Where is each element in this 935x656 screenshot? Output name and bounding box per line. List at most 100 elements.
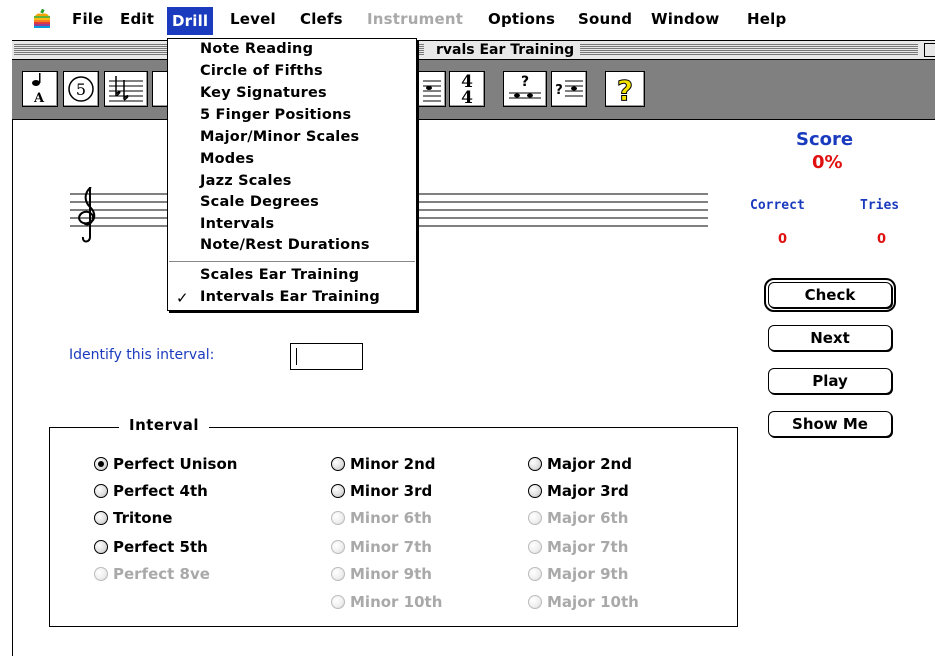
menu-item-note-reading[interactable]: Note Reading [200, 41, 313, 57]
drill-menu-dropdown: Note Reading Circle of Fifths Key Signat… [167, 38, 417, 311]
radio-major-7th: Major 7th [528, 538, 628, 556]
radio-label: Tritone [113, 509, 173, 527]
radio-perfect-8ve: Perfect 8ve [94, 565, 210, 583]
staff-tool-button[interactable] [418, 71, 446, 107]
radio-label: Minor 2nd [350, 455, 436, 473]
correct-value: 0 [778, 232, 788, 247]
identify-staff-icon: ? [555, 80, 583, 98]
show-me-button[interactable]: Show Me [768, 411, 892, 437]
window-title-bar[interactable]: rvals Ear Training [12, 40, 935, 60]
menu-instrument: Instrument [367, 10, 464, 28]
menu-help[interactable]: Help [747, 10, 786, 28]
circle-of-fifths-tool-button[interactable]: 5 [63, 71, 99, 107]
note-reading-tool-button[interactable]: A [22, 71, 58, 107]
play-button[interactable]: Play [768, 368, 892, 394]
menu-item-scales-ear-training[interactable]: Scales Ear Training [200, 267, 359, 283]
identify-tool-button[interactable]: ? [551, 71, 587, 107]
radio-minor-7th: Minor 7th [331, 538, 432, 556]
help-tool-button[interactable]: ? [605, 71, 645, 107]
tries-label: Tries [860, 198, 900, 213]
correct-label: Correct [750, 198, 805, 213]
zoom-box-icon[interactable] [924, 43, 935, 57]
svg-text:?: ? [555, 83, 563, 98]
radio-button-icon [94, 457, 108, 471]
radio-button-icon [528, 567, 542, 581]
radio-minor-10th: Minor 10th [331, 593, 442, 611]
menu-item-note-rest-durations[interactable]: Note/Rest Durations [200, 237, 370, 253]
interval-quiz-tool-button[interactable]: ? [503, 71, 547, 107]
radio-major-6th: Major 6th [528, 509, 628, 527]
title-stripes-right [580, 44, 918, 56]
radio-button-icon [331, 511, 345, 525]
radio-label: Perfect 5th [113, 538, 208, 556]
radio-major-3rd[interactable]: Major 3rd [528, 482, 629, 500]
window-title: rvals Ear Training [432, 42, 579, 58]
answer-input[interactable] [290, 343, 363, 370]
radio-perfect-4th[interactable]: Perfect 4th [94, 482, 208, 500]
menu-edit[interactable]: Edit [120, 10, 154, 28]
radio-label: Major 9th [547, 565, 629, 583]
menu-separator [169, 261, 415, 262]
radio-button-icon [94, 540, 108, 554]
radio-button-icon [331, 484, 345, 498]
menu-window[interactable]: Window [651, 10, 719, 28]
menu-bar: File Edit Drill Level Clefs Instrument O… [0, 0, 935, 38]
radio-minor-6th: Minor 6th [331, 509, 432, 527]
radio-label: Minor 7th [350, 538, 432, 556]
radio-label: Major 3rd [547, 482, 629, 500]
score-title: Score [796, 129, 854, 150]
svg-text:A: A [33, 91, 45, 105]
radio-button-icon [331, 457, 345, 471]
radio-minor-9th: Minor 9th [331, 565, 432, 583]
radio-label: Minor 10th [350, 593, 443, 611]
toolbar: A 5 4 4 ? ? ? [12, 60, 935, 120]
radio-button-icon [528, 595, 542, 609]
time-signature-tool-button[interactable]: 4 4 [449, 71, 485, 107]
radio-button-icon [528, 540, 542, 554]
radio-tritone[interactable]: Tritone [94, 509, 172, 527]
menu-item-scale-degrees[interactable]: Scale Degrees [200, 194, 319, 210]
next-button[interactable]: Next [768, 325, 892, 351]
radio-major-10th: Major 10th [528, 593, 639, 611]
staff-icon [423, 80, 441, 102]
radio-button-icon [528, 511, 542, 525]
radio-button-icon [331, 567, 345, 581]
radio-button-icon [94, 567, 108, 581]
radio-label: Minor 6th [350, 509, 432, 527]
radio-major-2nd[interactable]: Major 2nd [528, 455, 632, 473]
menu-level[interactable]: Level [230, 10, 276, 28]
radio-perfect-unison[interactable]: Perfect Unison [94, 455, 237, 473]
radio-button-icon [94, 511, 108, 525]
tries-value: 0 [877, 232, 887, 247]
key-signature-icon [109, 76, 143, 102]
menu-item-intervals[interactable]: Intervals [200, 216, 274, 232]
menu-options[interactable]: Options [488, 10, 555, 28]
menu-item-5-finger-positions[interactable]: 5 Finger Positions [200, 107, 351, 123]
radio-label: Major 7th [547, 538, 629, 556]
radio-perfect-5th[interactable]: Perfect 5th [94, 538, 208, 556]
svg-text:?: ? [617, 74, 633, 105]
menu-item-key-signatures[interactable]: Key Signatures [200, 85, 327, 101]
radio-label: Perfect Unison [113, 455, 238, 473]
menu-item-circle-of-fifths[interactable]: Circle of Fifths [200, 63, 323, 79]
menu-drill[interactable]: Drill [167, 7, 214, 35]
svg-text:?: ? [521, 74, 529, 90]
menu-item-major-minor-scales[interactable]: Major/Minor Scales [200, 129, 359, 145]
menu-item-modes[interactable]: Modes [200, 151, 254, 167]
text-caret [296, 348, 297, 365]
apple-menu-icon[interactable] [33, 9, 51, 29]
radio-label: Perfect 8ve [113, 565, 210, 583]
key-signature-tool-button[interactable] [104, 71, 148, 107]
menu-sound[interactable]: Sound [578, 10, 632, 28]
check-button[interactable]: Check [764, 278, 896, 312]
radio-label: Major 2nd [547, 455, 632, 473]
radio-minor-2nd[interactable]: Minor 2nd [331, 455, 436, 473]
radio-button-icon [331, 540, 345, 554]
menu-item-jazz-scales[interactable]: Jazz Scales [200, 173, 292, 189]
identify-prompt-label: Identify this interval: [69, 347, 215, 363]
menu-file[interactable]: File [72, 10, 104, 28]
radio-label: Minor 3rd [350, 482, 433, 500]
menu-clefs[interactable]: Clefs [300, 10, 343, 28]
menu-item-intervals-ear-training[interactable]: Intervals Ear Training [200, 289, 380, 305]
radio-minor-3rd[interactable]: Minor 3rd [331, 482, 432, 500]
